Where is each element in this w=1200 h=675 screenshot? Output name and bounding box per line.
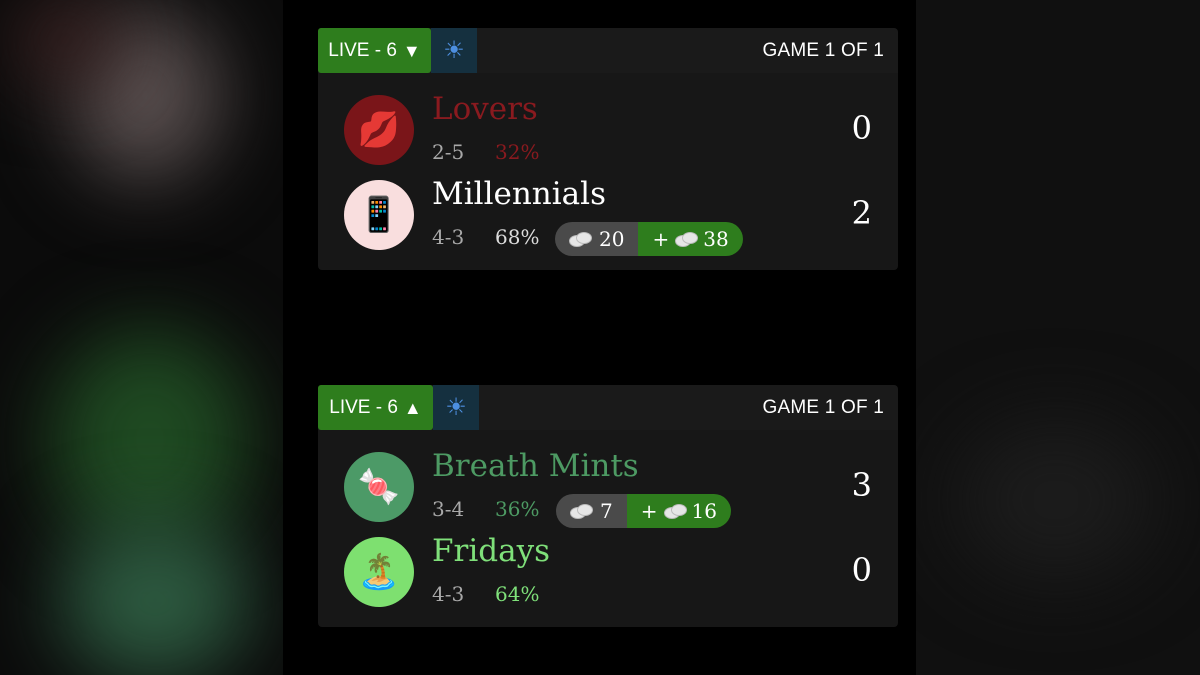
game-card-header: LIVE - 6 ▲ ☀ GAME 1 OF 1 xyxy=(318,385,898,430)
coins-icon xyxy=(569,232,592,247)
bet-stake-value: 20 xyxy=(599,227,625,251)
team-row-home: 📱 Millennials 4-3 68% 20 + 38 2 xyxy=(344,176,884,256)
sun-icon: ☀ xyxy=(445,393,467,421)
game-card-body: 💋 Lovers 2-5 32% 0 📱 Millennials 4-3 68% xyxy=(318,73,898,270)
team-score: 0 xyxy=(851,551,872,589)
win-probability: 68% xyxy=(495,225,540,249)
game-card-1: LIVE - 6 ▼ ☀ GAME 1 OF 1 💋 Lovers 2-5 32… xyxy=(318,28,898,270)
team-name[interactable]: Lovers xyxy=(432,91,538,127)
game-list: LIVE - 6 ▼ ☀ GAME 1 OF 1 💋 Lovers 2-5 32… xyxy=(283,0,916,675)
live-inning-button[interactable]: LIVE - 6 ▼ xyxy=(318,28,431,73)
team-score: 0 xyxy=(851,109,872,147)
lips-icon: 💋 xyxy=(357,111,401,149)
coins-icon xyxy=(570,504,593,519)
coins-icon xyxy=(663,504,687,519)
candy-icon: 🍬 xyxy=(357,468,401,506)
team-name[interactable]: Fridays xyxy=(432,533,550,569)
team-name[interactable]: Millennials xyxy=(432,176,606,212)
blurred-background-right xyxy=(916,0,1200,675)
bet-payout: + 38 xyxy=(638,222,743,256)
live-inning-button[interactable]: LIVE - 6 ▲ xyxy=(318,385,433,430)
team-avatar-breath-mints[interactable]: 🍬 xyxy=(344,452,414,522)
team-record: 4-3 xyxy=(432,582,465,606)
phone-icon: 📱 xyxy=(357,196,401,234)
bet-stake: 20 xyxy=(555,222,639,256)
bet-payout-value: 16 xyxy=(691,499,717,523)
game-count: GAME 1 OF 1 xyxy=(762,39,884,61)
team-row-away: 💋 Lovers 2-5 32% 0 xyxy=(344,91,884,170)
stage: LIVE - 6 ▼ ☀ GAME 1 OF 1 💋 Lovers 2-5 32… xyxy=(0,0,1200,675)
bet-pill[interactable]: 20 + 38 xyxy=(555,222,743,256)
payout-prefix: + xyxy=(640,499,658,523)
team-record: 2-5 xyxy=(432,140,465,164)
blurred-background-left xyxy=(0,0,283,675)
team-avatar-millennials[interactable]: 📱 xyxy=(344,180,414,250)
team-name[interactable]: Breath Mints xyxy=(432,448,639,484)
win-probability: 36% xyxy=(495,497,540,521)
team-record: 4-3 xyxy=(432,225,465,249)
bet-stake-value: 7 xyxy=(600,499,613,523)
game-count: GAME 1 OF 1 xyxy=(762,396,884,418)
live-inning-label: LIVE - 6 xyxy=(329,396,398,418)
payout-prefix: + xyxy=(652,227,670,251)
win-probability: 32% xyxy=(495,140,540,164)
game-card-2: LIVE - 6 ▲ ☀ GAME 1 OF 1 🍬 Breath Mints … xyxy=(318,385,898,627)
game-card-header: LIVE - 6 ▼ ☀ GAME 1 OF 1 xyxy=(318,28,898,73)
bet-payout-value: 38 xyxy=(703,227,729,251)
arrow-down-icon: ▼ xyxy=(402,40,421,61)
sun-icon: ☀ xyxy=(443,36,465,64)
win-probability: 64% xyxy=(495,582,540,606)
bet-payout: + 16 xyxy=(626,494,731,528)
weather-button[interactable]: ☀ xyxy=(433,385,479,430)
team-score: 3 xyxy=(851,466,872,504)
game-card-body: 🍬 Breath Mints 3-4 36% 7 + 16 3 🏝️ Frida… xyxy=(318,430,898,627)
bet-stake: 7 xyxy=(556,494,627,528)
team-record: 3-4 xyxy=(432,497,465,521)
team-row-home: 🏝️ Fridays 4-3 64% 0 xyxy=(344,533,884,612)
coins-icon xyxy=(675,232,699,247)
team-avatar-lovers[interactable]: 💋 xyxy=(344,95,414,165)
weather-button[interactable]: ☀ xyxy=(431,28,477,73)
arrow-up-icon: ▲ xyxy=(403,397,422,418)
team-avatar-fridays[interactable]: 🏝️ xyxy=(344,537,414,607)
island-icon: 🏝️ xyxy=(357,553,401,591)
bet-pill[interactable]: 7 + 16 xyxy=(556,494,731,528)
live-inning-label: LIVE - 6 xyxy=(328,39,397,61)
team-row-away: 🍬 Breath Mints 3-4 36% 7 + 16 3 xyxy=(344,448,884,528)
team-score: 2 xyxy=(851,194,872,232)
